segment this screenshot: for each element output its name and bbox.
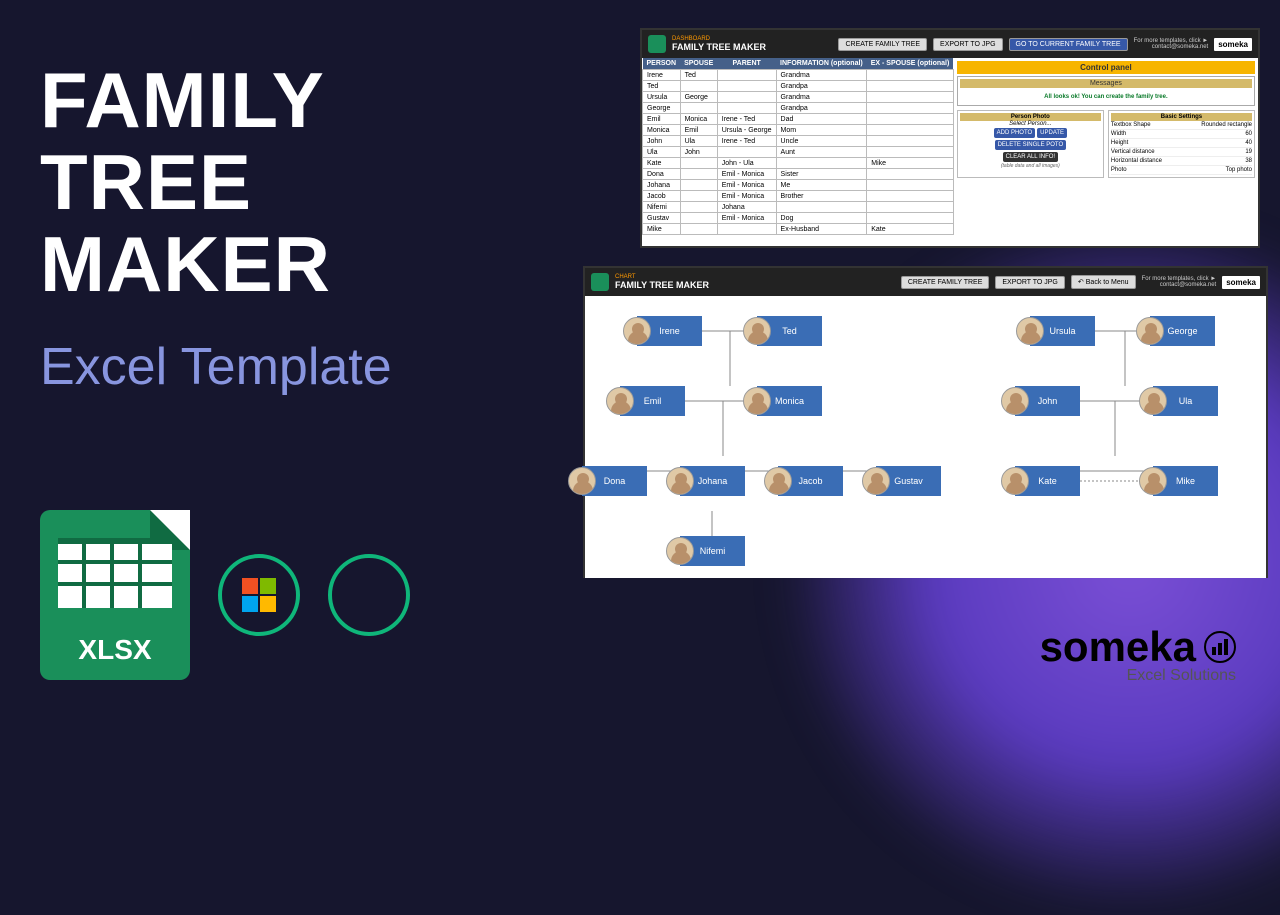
chart-screenshot: CHART FAMILY TREE MAKER CREATE FAMILY TR…: [583, 266, 1268, 578]
title-line: MAKER: [40, 224, 331, 306]
clear-all-sub: (table data and all images): [960, 163, 1101, 169]
avatar: [623, 317, 651, 345]
table-row[interactable]: EmilMonicaIrene - TedDad: [643, 114, 954, 125]
avatar: [1139, 467, 1167, 495]
avatar: [743, 387, 771, 415]
avatar: [1139, 387, 1167, 415]
xlsx-file-icon: XLSX: [40, 510, 190, 680]
clear-all-button[interactable]: CLEAR ALL INFO!: [1003, 152, 1058, 162]
export-jpg-button[interactable]: EXPORT TO JPG: [995, 276, 1065, 289]
contact-link[interactable]: contact@someka.net: [1142, 282, 1217, 288]
settings-head: Basic Settings: [1111, 113, 1252, 121]
table-row[interactable]: MikeEx-HusbandKate: [643, 224, 954, 235]
col-head: PARENT: [717, 58, 776, 70]
xlsx-label: XLSX: [40, 634, 190, 666]
control-panel-title: Control panel: [957, 61, 1255, 74]
app-icon: [591, 273, 609, 291]
windows-icon: [218, 554, 300, 636]
avatar: [743, 317, 771, 345]
table-row[interactable]: UlaJohnAunt: [643, 147, 954, 158]
col-head: SPOUSE: [680, 58, 717, 70]
back-icon: ↶: [1078, 278, 1084, 286]
table-row[interactable]: TedGrandpa: [643, 81, 954, 92]
table-row[interactable]: GustavEmil - MonicaDog: [643, 213, 954, 224]
table-row[interactable]: MonicaEmilUrsula - GeorgeMom: [643, 125, 954, 136]
table-row[interactable]: NifemiJohana: [643, 202, 954, 213]
setting-row[interactable]: Height40: [1111, 139, 1252, 148]
avatar: [1001, 387, 1029, 415]
contact-link[interactable]: contact@someka.net: [1134, 44, 1209, 50]
app-icon: [648, 35, 666, 53]
photo-section-head: Person Photo: [960, 113, 1101, 121]
setting-row[interactable]: PhotoTop photo: [1111, 166, 1252, 175]
create-tree-button[interactable]: CREATE FAMILY TREE: [901, 276, 990, 289]
setting-row[interactable]: Vertical distance19: [1111, 148, 1252, 157]
someka-badge: someka: [1214, 38, 1252, 51]
messages-head: Messages: [960, 79, 1252, 88]
table-row[interactable]: JohanaEmil - MonicaMe: [643, 180, 954, 191]
export-jpg-button[interactable]: EXPORT TO JPG: [933, 38, 1003, 51]
back-button[interactable]: ↶Back to Menu: [1071, 275, 1136, 289]
app-title: FAMILY TREE MAKER: [672, 42, 766, 52]
add-photo-button[interactable]: ADD PHOTO: [994, 128, 1036, 138]
avatar: [666, 467, 694, 495]
goto-tree-button[interactable]: GO TO CURRENT FAMILY TREE: [1009, 38, 1128, 51]
table-row[interactable]: DonaEmil - MonicaSister: [643, 169, 954, 180]
app-title: FAMILY TREE MAKER: [615, 280, 709, 290]
title-line: TREE: [40, 142, 331, 224]
someka-badge: someka: [1222, 276, 1260, 289]
setting-row[interactable]: Textbox ShapeRounded rectangle: [1111, 121, 1252, 130]
table-row[interactable]: GeorgeGrandpa: [643, 103, 954, 114]
main-title: FAMILY TREE MAKER: [40, 60, 331, 306]
avatar: [568, 467, 596, 495]
create-tree-button[interactable]: CREATE FAMILY TREE: [838, 38, 927, 51]
table-row[interactable]: JacobEmil - MonicaBrother: [643, 191, 954, 202]
chart-icon: [1204, 631, 1236, 663]
messages-text: All looks ok! You can create the family …: [960, 94, 1252, 100]
table-row[interactable]: UrsulaGeorgeGrandma: [643, 92, 954, 103]
avatar: [1016, 317, 1044, 345]
brand-name: someka: [1040, 623, 1196, 671]
table-row[interactable]: JohnUlaIrene - TedUncle: [643, 136, 954, 147]
avatar: [764, 467, 792, 495]
someka-logo: someka Excel Solutions: [1040, 623, 1236, 685]
title-line: FAMILY: [40, 60, 331, 142]
update-button[interactable]: UPDATE: [1037, 128, 1067, 138]
setting-row[interactable]: Horizontal distance38: [1111, 157, 1252, 166]
avatar: [1136, 317, 1164, 345]
avatar: [1001, 467, 1029, 495]
setting-row[interactable]: Width60: [1111, 130, 1252, 139]
col-head: PERSON: [643, 58, 681, 70]
avatar: [606, 387, 634, 415]
dashboard-screenshot: DASHBOARD FAMILY TREE MAKER CREATE FAMIL…: [640, 28, 1260, 248]
delete-photo-button[interactable]: DELETE SINGLE POTO: [995, 140, 1067, 150]
avatar: [666, 537, 694, 565]
col-head: EX - SPOUSE (optional): [867, 58, 954, 70]
table-row[interactable]: IreneTedGrandma: [643, 70, 954, 81]
subtitle: Excel Template: [40, 337, 392, 397]
avatar: [862, 467, 890, 495]
col-head: INFORMATION (optional): [776, 58, 867, 70]
table-row[interactable]: KateJohn - UlaMike: [643, 158, 954, 169]
family-data-table[interactable]: PERSONSPOUSEPARENTINFORMATION (optional)…: [642, 58, 954, 235]
apple-icon: [328, 554, 410, 636]
